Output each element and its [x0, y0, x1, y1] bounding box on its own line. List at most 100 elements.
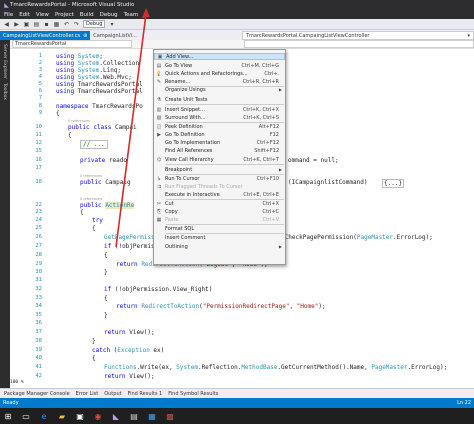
menu-item-cut[interactable]: ✂ Cut Ctrl+X: [154, 200, 285, 207]
menu-item-run-to-cursor[interactable]: ↳ Run To Cursor Ctrl+F10: [154, 175, 285, 182]
code-line: using TmarcRewardsPortal: [56, 88, 143, 95]
menu-item-peek-definition[interactable]: ◫ Peek Definition Alt+F12: [154, 123, 285, 130]
line-number: 7: [38, 95, 42, 101]
code-line: using System.Web.Mvc;: [56, 74, 132, 81]
code-line: {: [80, 209, 84, 216]
blank-icon: [156, 167, 162, 173]
run-cursor-icon: ↳: [156, 175, 162, 182]
menu-item-shortcut: Ctrl+R, Ctrl+R: [242, 78, 279, 85]
menu-debug[interactable]: Debug: [100, 12, 118, 18]
menu-item-go-to-view[interactable]: ▤ Go To View Ctrl+M, Ctrl+G: [154, 62, 285, 69]
code-line: try: [92, 217, 103, 224]
menu-project[interactable]: Project: [55, 12, 74, 18]
menu-item-quick-actions-and-refactorings[interactable]: 💡 Quick Actions and Refactorings... Ctrl+.: [154, 70, 285, 77]
chrome-icon[interactable]: ◉: [93, 411, 103, 421]
menu-item-shortcut: Ctrl+K, Ctrl+T: [243, 156, 279, 163]
references-count[interactable]: 0 references: [68, 118, 90, 123]
code-editor[interactable]: 1 2 3 4 5 6 7 8 9 10 11 12 15 16 17 18 22 23 24 25 26 27 28 29 3…: [10, 49, 474, 388]
back-icon[interactable]: ◀: [3, 21, 10, 28]
menu-item-find-all-references[interactable]: Find All References Shift+F12: [154, 147, 285, 154]
line-number: 18: [35, 179, 42, 185]
menu-item-format-sql[interactable]: Format SQL: [154, 225, 285, 232]
project-dropdown[interactable]: TmarcRewardsPortal: [12, 40, 132, 48]
bottom-tab-find-symbol-results[interactable]: Find Symbol Results: [168, 391, 218, 397]
windows-start-icon[interactable]: ⊞: [3, 411, 13, 421]
line-number: 38: [35, 338, 42, 344]
bottom-tab-find-results-1[interactable]: Find Results 1: [128, 391, 163, 397]
bottom-tab-output[interactable]: Output: [104, 391, 121, 397]
menu-item-label: Rename...: [165, 78, 191, 85]
menu-item-insert-comment[interactable]: Insert Comment: [154, 234, 285, 241]
menu-item-insert-snippet[interactable]: ▥ Insert Snippet... Ctrl+K, Ctrl+X: [154, 106, 285, 113]
code-line: }: [104, 312, 108, 319]
bottom-tab-package-manager-console[interactable]: Package Manager Console: [4, 391, 70, 397]
server-explorer-tab[interactable]: Server Explorer: [2, 44, 7, 79]
app-icon[interactable]: ▦: [147, 411, 157, 421]
menu-item-label: View Call Hierarchy: [165, 156, 214, 163]
line-number: 32: [35, 286, 42, 292]
run-threads-icon: ⇉: [156, 183, 162, 190]
menu-item-go-to-implementation[interactable]: Go To Implementation Ctrl+F12: [154, 139, 285, 146]
line-number: 11: [35, 132, 42, 138]
sql-icon[interactable]: ▤: [129, 411, 139, 421]
chevron-down-icon[interactable]: ▾: [108, 21, 115, 28]
tab-campaing-list-view-controller[interactable]: CampaingListViewController.cs ⊕: [0, 31, 91, 40]
menu-item-label: Execute in Interactive: [165, 191, 220, 198]
menu-item-label: Surround With...: [165, 114, 206, 121]
open-icon[interactable]: ▤: [33, 21, 40, 28]
zoom-level[interactable]: 100 %: [10, 379, 24, 386]
line-number: 27: [35, 243, 42, 249]
menu-item-organize-usings[interactable]: Organize Usings ▶: [154, 86, 285, 93]
code-lens-references: 0 references: [80, 195, 102, 202]
menu-item-create-unit-tests[interactable]: ⚗ Create Unit Tests: [154, 96, 285, 103]
references-count[interactable]: 0 references: [80, 196, 102, 201]
bottom-tool-tabs: Package Manager Console Error List Output F…: [0, 388, 474, 398]
menu-item-breakpoint[interactable]: Breakpoint ▶: [154, 166, 285, 173]
code-line: using System.Linq;: [56, 67, 122, 74]
menu-item-rename[interactable]: ✎ Rename... Ctrl+R, Ctrl+R: [154, 78, 285, 85]
references-count[interactable]: 0 references: [80, 173, 102, 178]
file-explorer-icon[interactable]: ▰: [57, 411, 67, 421]
menu-item-go-to-definition[interactable]: ▶ Go To Definition F12: [154, 131, 285, 138]
toolbar: ◀ ▶ ▣ ▤ ▪ ▦ ↶ ↷ Debug ▾: [0, 19, 474, 30]
project-label: TmarcRewardsPortal: [15, 41, 67, 47]
tab-campaign-list-view[interactable]: CampaignListVi...: [90, 31, 140, 40]
configuration-dropdown[interactable]: Debug: [83, 20, 106, 28]
toolbox-tab[interactable]: Toolbox: [2, 83, 7, 100]
menu-team[interactable]: Team: [124, 12, 139, 18]
blank-icon: [156, 140, 162, 146]
menu-build[interactable]: Build: [80, 12, 94, 18]
save-icon[interactable]: ▪: [43, 21, 50, 28]
cut-icon: ✂: [156, 200, 162, 207]
menu-file[interactable]: File: [4, 12, 13, 18]
menu-item-outlining[interactable]: Outlining ▶: [154, 243, 285, 250]
undo-icon[interactable]: ↶: [63, 21, 70, 28]
selected-symbol[interactable]: ActionRe: [105, 202, 135, 209]
bottom-tab-error-list[interactable]: Error List: [76, 391, 99, 397]
redo-icon[interactable]: ↷: [73, 21, 80, 28]
menu-item-add-view[interactable]: ▣ Add View...: [154, 53, 285, 60]
menu-item-view-call-hierarchy[interactable]: ⌬ View Call Hierarchy Ctrl+K, Ctrl+T: [154, 156, 285, 163]
code-line: private reado: [80, 157, 127, 164]
store-icon[interactable]: ▣: [75, 411, 85, 421]
menu-item-label: Copy: [165, 208, 178, 215]
code-line: catch (Exception ex): [92, 347, 165, 354]
menu-item-copy[interactable]: ⎘ Copy Ctrl+C: [154, 208, 285, 215]
menu-item-surround-with[interactable]: ▧ Surround With... Ctrl+K, Ctrl+S: [154, 114, 285, 121]
member-dropdown[interactable]: [244, 40, 474, 48]
menu-view[interactable]: View: [36, 12, 49, 18]
browser-icon[interactable]: e: [39, 411, 49, 421]
new-project-icon[interactable]: ▣: [23, 21, 30, 28]
visual-studio-icon[interactable]: ◣: [111, 411, 121, 421]
line-number: 23: [35, 209, 42, 215]
menu-item-execute-in-interactive[interactable]: Execute in Interactive Ctrl+E, Ctrl+E: [154, 191, 285, 198]
task-view-icon[interactable]: ▭: [21, 411, 31, 421]
menu-edit[interactable]: Edit: [19, 12, 30, 18]
app-icon[interactable]: ▩: [165, 411, 175, 421]
forward-icon[interactable]: ▶: [13, 21, 20, 28]
code-line-tail: ommand = null;: [288, 157, 339, 164]
scope-dropdown[interactable]: TmarcRewardsPortal.CampaingListViewContr…: [242, 31, 474, 40]
line-number: 6: [38, 88, 42, 94]
pin-icon[interactable]: ⊕: [83, 33, 87, 39]
save-all-icon[interactable]: ▦: [53, 21, 60, 28]
